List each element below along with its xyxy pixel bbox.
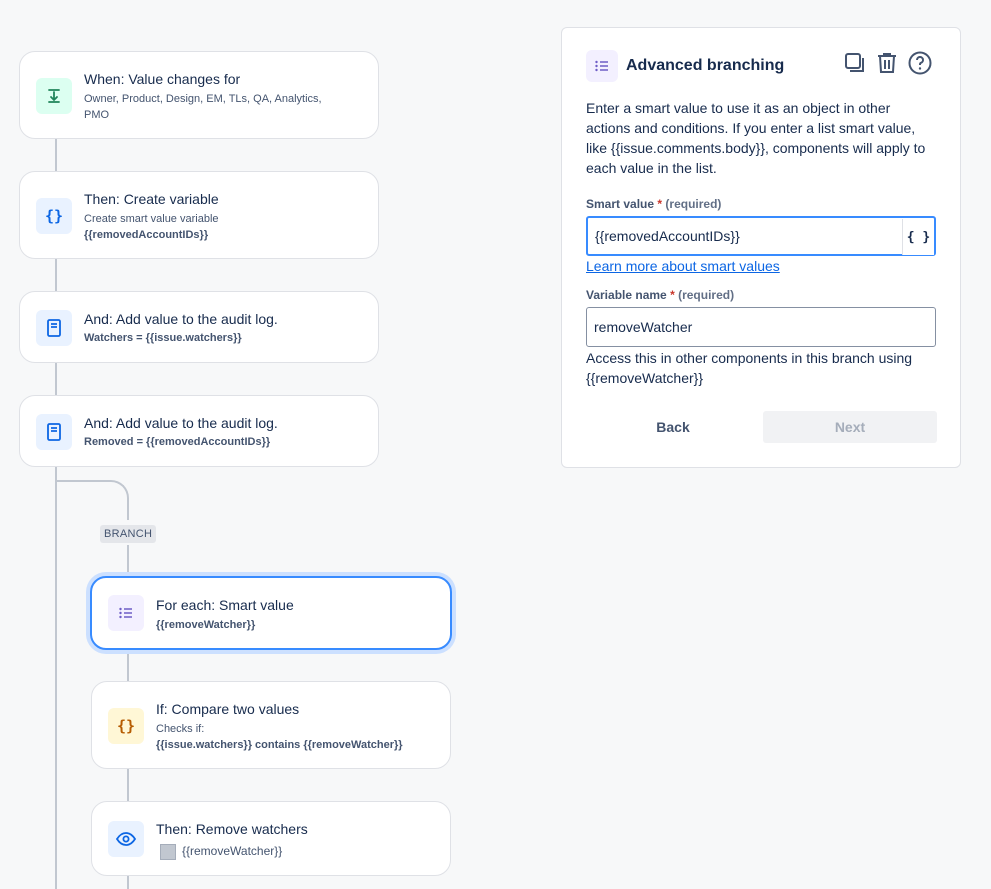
- remove-watchers-value: {{removeWatcher}}: [182, 844, 283, 858]
- for-each-title: For each: Smart value: [156, 597, 294, 613]
- flow-connector: [127, 875, 129, 889]
- required-star: *: [657, 197, 663, 211]
- back-button[interactable]: Back: [586, 411, 760, 443]
- flow-connector: [55, 258, 57, 292]
- panel-title: Advanced branching: [626, 57, 785, 74]
- flow-connector: [127, 650, 129, 682]
- list-icon: [586, 50, 618, 82]
- smart-value-label: Smart value * (required): [586, 197, 722, 211]
- help-icon[interactable]: [907, 50, 933, 76]
- curly-braces-icon: {}: [108, 708, 144, 744]
- trigger-fields: Owner, Product, Design, EM, TLs, QA, Ana…: [84, 93, 322, 121]
- flow-connector: [55, 362, 57, 396]
- remove-watchers-card[interactable]: Then: Remove watchers {{removeWatcher}}: [91, 801, 451, 876]
- eye-icon: [108, 821, 144, 857]
- create-variable-title: Then: Create variable: [84, 191, 219, 207]
- list-icon: [108, 595, 144, 631]
- variable-name-input[interactable]: [586, 307, 936, 347]
- document-icon: [36, 414, 72, 450]
- trigger-card[interactable]: When: Value changes for Owner, Product, …: [19, 51, 379, 139]
- flow-connector: [127, 545, 129, 577]
- variable-helper-text: Access this in other components in this …: [586, 350, 913, 386]
- branch-connector: [56, 480, 129, 520]
- audit-log-value: Removed = {{removedAccountIDs}}: [84, 436, 271, 448]
- compare-title: If: Compare two values: [156, 701, 300, 717]
- create-variable-value: {{removedAccountIDs}}: [84, 229, 209, 241]
- compare-values-card[interactable]: {} If: Compare two values Checks if: {{i…: [91, 681, 451, 769]
- advanced-branching-panel: Advanced branching Enter a smart value t…: [561, 27, 961, 468]
- next-button[interactable]: Next: [763, 411, 937, 443]
- remove-watchers-value-row: {{removeWatcher}}: [160, 843, 282, 860]
- create-variable-subtitle: Create smart value variable: [84, 213, 219, 225]
- document-icon: [36, 310, 72, 346]
- duplicate-icon[interactable]: [842, 50, 868, 76]
- create-variable-card[interactable]: {} Then: Create variable Create smart va…: [19, 171, 379, 259]
- audit-log-title: And: Add value to the audit log.: [84, 415, 278, 431]
- audit-log-title: And: Add value to the audit log.: [84, 311, 278, 327]
- flow-connector: [127, 768, 129, 802]
- audit-log-value: Watchers = {{issue.watchers}}: [84, 332, 242, 344]
- flow-connector: [55, 138, 57, 172]
- branch-label: BRANCH: [100, 525, 157, 543]
- delete-icon[interactable]: [874, 50, 900, 76]
- compare-subtitle: Checks if:: [156, 723, 205, 735]
- user-avatar: [160, 843, 176, 860]
- required-star: *: [670, 288, 675, 302]
- learn-more-link[interactable]: Learn more about smart values: [586, 258, 780, 274]
- variable-name-label: Variable name * (required): [586, 288, 735, 302]
- smart-value-picker-button[interactable]: { }: [902, 219, 934, 255]
- audit-log-card[interactable]: And: Add value to the audit log. Watcher…: [19, 291, 379, 363]
- value-changes-icon: [36, 78, 72, 114]
- panel-description: Enter a smart value to use it as an obje…: [586, 100, 926, 176]
- curly-braces-icon: {}: [36, 198, 72, 234]
- compare-value: {{issue.watchers}} contains {{removeWatc…: [156, 739, 403, 751]
- audit-log-card[interactable]: And: Add value to the audit log. Removed…: [19, 395, 379, 467]
- flow-connector: [55, 466, 57, 889]
- for-each-card[interactable]: For each: Smart value {{removeWatcher}}: [90, 576, 452, 650]
- remove-watchers-title: Then: Remove watchers: [156, 821, 308, 837]
- for-each-value: {{removeWatcher}}: [156, 619, 256, 631]
- smart-value-input[interactable]: [586, 216, 936, 256]
- trigger-title: When: Value changes for: [84, 71, 241, 87]
